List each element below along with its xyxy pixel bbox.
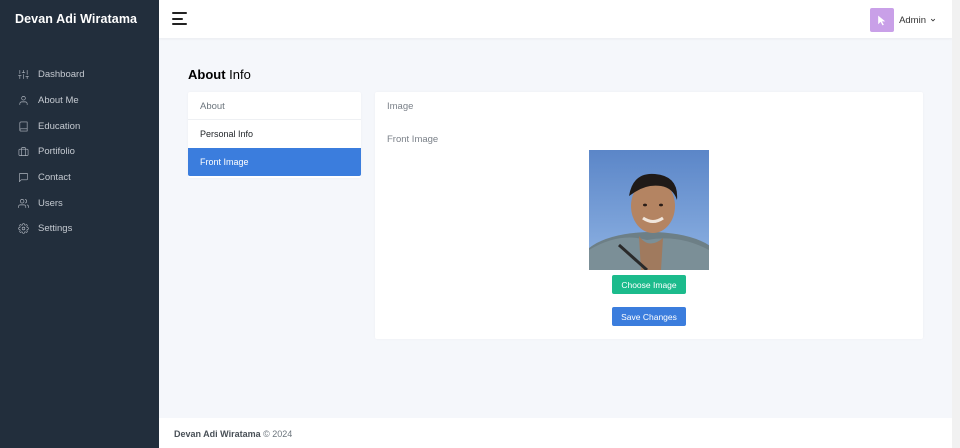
sidebar-item-about-me[interactable]: About Me xyxy=(0,88,159,114)
front-image-label: Front Image xyxy=(387,134,439,145)
about-card: About Personal Info Front Image xyxy=(188,92,361,178)
chevron-down-icon xyxy=(930,18,936,22)
sidebar-item-portifolio[interactable]: Portifolio xyxy=(0,139,159,165)
sidebar-item-label: Portifolio xyxy=(38,146,75,158)
list-item-personal-info[interactable]: Personal Info xyxy=(188,120,361,148)
image-card-header: Image xyxy=(387,101,414,112)
user-icon xyxy=(18,95,29,106)
sidebar-nav: Dashboard About Me Education Portifolio … xyxy=(0,62,159,242)
sidebar-item-contact[interactable]: Contact xyxy=(0,165,159,191)
hamburger-menu-icon[interactable] xyxy=(172,12,187,25)
scrollbar[interactable] xyxy=(952,0,960,448)
sidebar-item-dashboard[interactable]: Dashboard xyxy=(0,62,159,88)
footer-name[interactable]: Devan Adi Wiratama xyxy=(174,429,261,439)
sliders-icon xyxy=(18,69,29,80)
user-menu[interactable]: Admin xyxy=(870,8,936,32)
footer-copyright: © 2024 xyxy=(263,429,293,439)
image-card: Image Front Image Choose Image Save Chan… xyxy=(375,92,923,339)
sidebar-item-label: About Me xyxy=(38,95,79,107)
book-icon xyxy=(18,121,29,132)
sidebar-item-label: Users xyxy=(38,197,63,209)
sidebar-item-label: Dashboard xyxy=(38,69,85,81)
message-square-icon xyxy=(18,172,29,183)
page-title: About Info xyxy=(188,67,251,82)
users-icon xyxy=(18,198,29,209)
user-name: Admin xyxy=(899,14,926,26)
settings-icon xyxy=(18,223,29,235)
sidebar-item-label: Contact xyxy=(38,172,71,184)
sidebar-item-label: Settings xyxy=(38,223,73,235)
footer: Devan Adi Wiratama © 2024 xyxy=(159,418,952,448)
front-image-preview xyxy=(589,150,709,270)
sidebar-brand[interactable]: Devan Adi Wiratama xyxy=(0,0,159,38)
list-item-front-image[interactable]: Front Image xyxy=(188,148,361,176)
topbar: Admin xyxy=(159,0,952,38)
sidebar-item-label: Education xyxy=(38,120,81,132)
cursor-icon xyxy=(877,15,885,25)
save-changes-button[interactable]: Save Changes xyxy=(612,307,686,326)
sidebar-item-users[interactable]: Users xyxy=(0,190,159,216)
sidebar-item-settings[interactable]: Settings xyxy=(0,216,159,242)
avatar xyxy=(870,8,895,32)
sidebar: Devan Adi Wiratama Dashboard About Me Ed… xyxy=(0,0,159,448)
page-title-bold: About xyxy=(188,67,226,82)
page-title-rest: Info xyxy=(229,67,251,82)
choose-image-button[interactable]: Choose Image xyxy=(612,275,686,294)
sidebar-item-education[interactable]: Education xyxy=(0,113,159,139)
briefcase-icon xyxy=(18,146,29,157)
about-card-header: About xyxy=(188,92,361,120)
